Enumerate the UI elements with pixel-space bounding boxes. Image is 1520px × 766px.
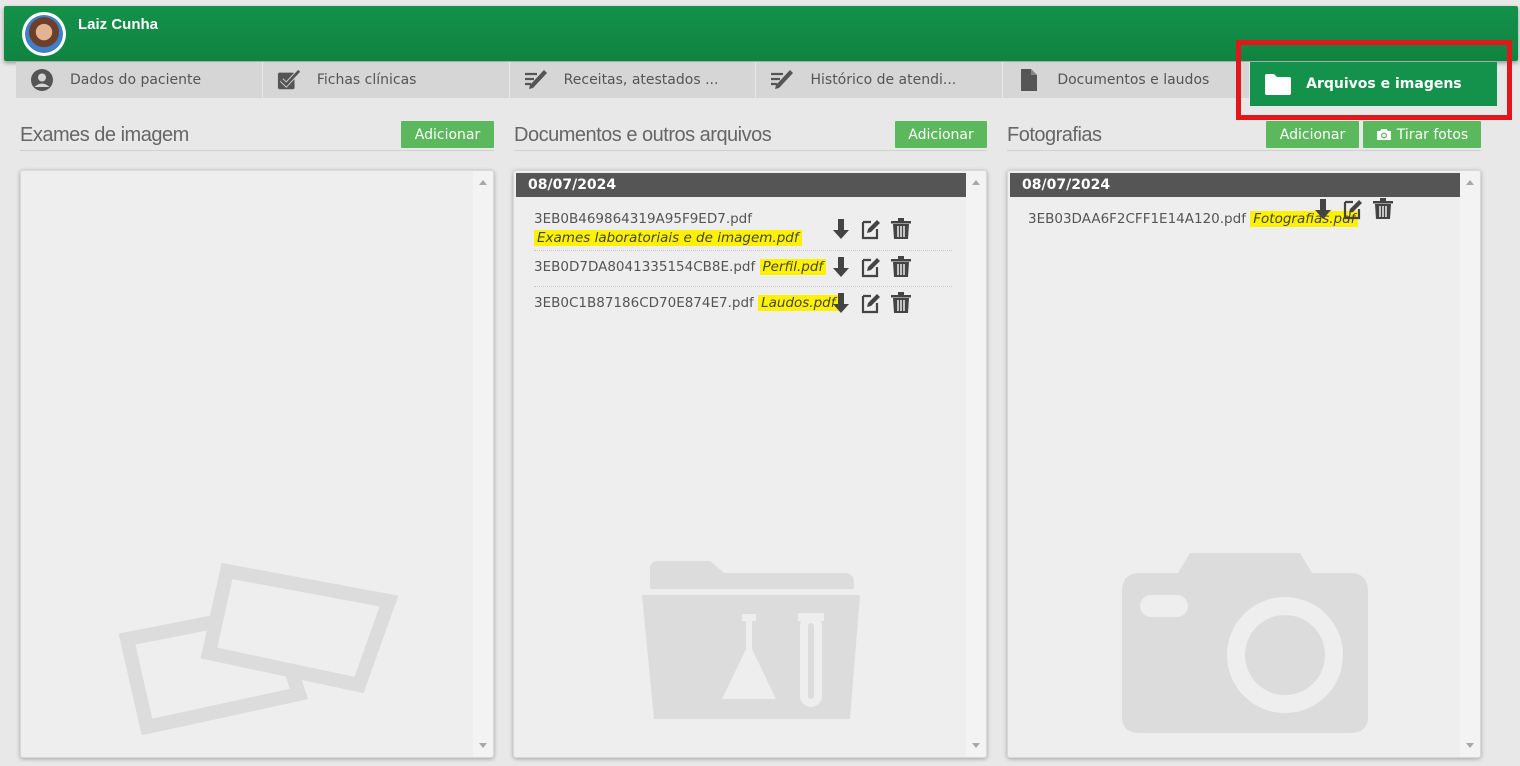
tab-fichas-clinicas[interactable]: Fichas clínicas [262, 62, 510, 98]
tirar-fotos-label: Tirar fotos [1396, 126, 1469, 143]
divider [20, 150, 494, 151]
date-header: 08/07/2024 [1010, 173, 1460, 197]
fotografias-panel: 08/07/2024 3EB03DAA6F2CFF1E14A120.pdf Fo… [1007, 170, 1481, 758]
tab-bar: Dados do paciente Fichas clínicas Receit… [16, 62, 1497, 106]
download-icon[interactable] [1312, 197, 1334, 221]
download-icon[interactable] [830, 217, 852, 241]
download-icon[interactable] [830, 291, 852, 315]
app-header: Laiz Cunha [4, 6, 1518, 61]
tab-arquivos-imagens[interactable]: Arquivos e imagens [1250, 62, 1497, 106]
section-title-fotografias: Fotografias [1007, 124, 1102, 146]
add-documento-button[interactable]: Adicionar [895, 121, 987, 148]
edit-icon[interactable] [860, 255, 882, 279]
trash-icon[interactable] [890, 291, 912, 315]
user-icon [30, 68, 54, 92]
download-icon[interactable] [830, 255, 852, 279]
add-exame-button[interactable]: Adicionar [401, 121, 494, 148]
camera-watermark-icon [1122, 553, 1368, 733]
checklist-icon [277, 68, 301, 92]
file-list: 3EB0B469864319A95F9ED7.pdf Exames labora… [534, 211, 952, 331]
tab-receitas[interactable]: Receitas, atestados ... [509, 62, 757, 98]
edit-icon[interactable] [860, 217, 882, 241]
document-icon [1017, 68, 1041, 92]
edit-icon[interactable] [860, 291, 882, 315]
tab-dados-paciente[interactable]: Dados do paciente [16, 62, 263, 98]
scrollbar[interactable] [966, 171, 986, 757]
file-tag: Laudos.pdf [758, 295, 839, 311]
tab-label: Arquivos e imagens [1306, 76, 1462, 92]
file-list: 3EB03DAA6F2CFF1E14A120.pdf Fotografias.p… [1028, 198, 1446, 247]
tab-historico[interactable]: Histórico de atendi... [756, 62, 1004, 98]
edit-icon[interactable] [1342, 197, 1364, 221]
tirar-fotos-button[interactable]: Tirar fotos [1363, 121, 1481, 148]
divider [514, 150, 987, 151]
folder-icon [1264, 72, 1292, 96]
camera-icon [1376, 128, 1392, 141]
scrollbar[interactable] [1460, 171, 1480, 757]
exames-panel [20, 170, 494, 758]
add-foto-button[interactable]: Adicionar [1266, 121, 1359, 148]
file-tag: Exames laboratoriais e de imagem.pdf [534, 230, 802, 246]
divider [1007, 150, 1481, 151]
documentos-panel: 08/07/2024 3EB0B469864319A95F9ED7.pdf Ex… [513, 170, 987, 758]
tab-label: Histórico de atendi... [810, 72, 957, 88]
pen-icon [524, 68, 548, 92]
folder-lab-watermark-icon [642, 561, 860, 719]
scrollbar[interactable] [473, 171, 493, 757]
tab-label: Documentos e laudos [1057, 72, 1210, 88]
avatar[interactable] [22, 12, 66, 56]
tab-label: Receitas, atestados ... [563, 72, 719, 88]
trash-icon[interactable] [890, 217, 912, 241]
trash-icon[interactable] [1372, 197, 1394, 221]
file-item[interactable]: 3EB0B469864319A95F9ED7.pdf Exames labora… [534, 211, 952, 251]
trash-icon[interactable] [890, 255, 912, 279]
file-item[interactable]: 3EB0C1B87186CD70E874E7.pdf Laudos.pdf [534, 292, 952, 323]
section-title-exames: Exames de imagem [20, 124, 189, 146]
pen-icon [770, 68, 794, 92]
file-tag: Perfil.pdf [759, 259, 827, 275]
images-watermark-icon [119, 562, 399, 736]
user-name: Laiz Cunha [78, 16, 159, 33]
file-item[interactable]: 3EB0D7DA8041335154CB8E.pdf Perfil.pdf [534, 256, 952, 287]
file-item[interactable]: 3EB03DAA6F2CFF1E14A120.pdf Fotografias.p… [1028, 198, 1446, 239]
tab-documentos-laudos[interactable]: Documentos e laudos [1003, 62, 1251, 98]
tab-label: Dados do paciente [70, 72, 202, 88]
tab-label: Fichas clínicas [316, 72, 417, 88]
date-header: 08/07/2024 [516, 173, 966, 197]
section-title-documentos: Documentos e outros arquivos [514, 124, 772, 146]
